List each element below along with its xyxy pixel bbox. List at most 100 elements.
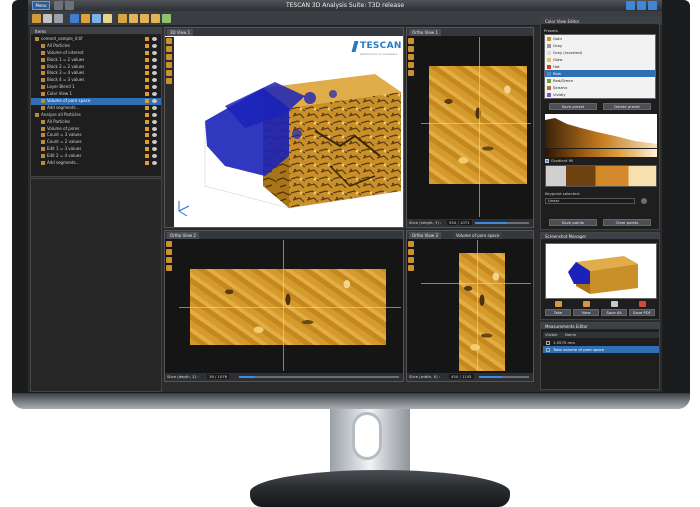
- tree-item[interactable]: Layer Blend 1: [31, 84, 161, 91]
- visibility-eye-icon[interactable]: [152, 85, 157, 90]
- minimize-icon[interactable]: [626, 1, 635, 10]
- save-points-button[interactable]: Save points: [549, 219, 597, 226]
- screenshot-action-icon[interactable]: [611, 301, 618, 307]
- tab-ortho-view-3[interactable]: Ortho View 3: [409, 232, 441, 239]
- screenshot-action-icon[interactable]: [583, 301, 590, 307]
- tree-item[interactable]: Volume of pore space: [31, 98, 161, 105]
- ortho-2-slice-count[interactable]: 36 / 1076: [207, 374, 230, 379]
- measure-icon[interactable]: [103, 14, 112, 23]
- view-xy-icon[interactable]: [129, 14, 138, 23]
- tool-measure-icon[interactable]: [408, 70, 414, 76]
- visibility-eye-icon[interactable]: [152, 64, 157, 69]
- visibility-eye-icon[interactable]: [152, 43, 157, 48]
- color-swatch-icon[interactable]: [145, 119, 149, 124]
- measurement-visible-checkbox[interactable]: [546, 348, 550, 352]
- view-3d[interactable]: 3D View 1 TESCAN performance in nanospac…: [164, 27, 404, 228]
- tool-zoom-icon[interactable]: [408, 54, 414, 60]
- tree-item[interactable]: Color View 1: [31, 91, 161, 98]
- tool-crosshair-icon[interactable]: [408, 38, 414, 44]
- tool-pan-icon[interactable]: [408, 46, 414, 52]
- tool-draw-icon[interactable]: [408, 62, 414, 68]
- preset-item[interactable]: Seismic: [545, 84, 655, 91]
- visibility-eye-icon[interactable]: [152, 140, 157, 145]
- tab-ortho-view-2[interactable]: Ortho View 2: [167, 232, 199, 239]
- visibility-eye-icon[interactable]: [152, 112, 157, 117]
- measurement-row[interactable]: Total volume of pore space: [543, 346, 659, 353]
- tree-item[interactable]: Edit 2 = 4 values: [31, 153, 161, 160]
- filter-icon[interactable]: [92, 14, 101, 23]
- tool-zoom-icon[interactable]: [166, 257, 172, 263]
- save-icon[interactable]: [43, 14, 52, 23]
- color-swatch-icon[interactable]: [145, 126, 149, 131]
- visibility-eye-icon[interactable]: [152, 78, 157, 83]
- color-swatch-icon[interactable]: [145, 133, 149, 138]
- color-swatch-icon[interactable]: [145, 105, 149, 110]
- visibility-eye-icon[interactable]: [152, 147, 157, 152]
- preset-item[interactable]: Gray: [545, 42, 655, 49]
- keypoint-add-icon[interactable]: [641, 198, 647, 204]
- segment-icon[interactable]: [81, 14, 90, 23]
- visibility-eye-icon[interactable]: [152, 154, 157, 159]
- tree-item[interactable]: Count = 3 values: [31, 132, 161, 139]
- preset-item[interactable]: Glow: [545, 56, 655, 63]
- home-view-icon[interactable]: [118, 14, 127, 23]
- visibility-eye-icon[interactable]: [152, 71, 157, 76]
- preset-item[interactable]: Gray (inverted): [545, 49, 655, 56]
- tool-crosshair-icon[interactable]: [408, 241, 414, 247]
- save-preset-button[interactable]: Save preset: [549, 103, 597, 110]
- tree-item[interactable]: All Particles: [31, 43, 161, 50]
- visibility-eye-icon[interactable]: [152, 50, 157, 55]
- color-histogram[interactable]: [545, 114, 657, 148]
- preset-item[interactable]: Vividly: [545, 91, 655, 98]
- colormap-curve[interactable]: [545, 165, 657, 187]
- delete-preset-button[interactable]: Delete preset: [603, 103, 651, 110]
- tool-zoom-icon[interactable]: [408, 257, 414, 263]
- preset-item[interactable]: Rain: [545, 70, 655, 77]
- tree-item[interactable]: Block 2 = 2 values: [31, 64, 161, 71]
- tool-pan-icon[interactable]: [166, 249, 172, 255]
- tree-item[interactable]: Add segments...: [31, 160, 161, 167]
- screenshot-action-icon[interactable]: [639, 301, 646, 307]
- color-swatch-icon[interactable]: [145, 99, 149, 104]
- color-swatch-icon[interactable]: [145, 112, 149, 117]
- view-xz-icon[interactable]: [140, 14, 149, 23]
- color-swatch-icon[interactable]: [145, 161, 149, 166]
- color-swatch-icon[interactable]: [145, 37, 149, 41]
- color-swatch-icon[interactable]: [145, 147, 149, 152]
- open-icon[interactable]: [32, 14, 41, 23]
- tree-item[interactable]: Volume of interest: [31, 50, 161, 57]
- ortho-3-slice-slider[interactable]: [479, 376, 529, 378]
- screenshot-action-button[interactable]: Save All: [601, 309, 627, 316]
- ortho-view-1[interactable]: Ortho View 1 Slice (height, Y) : 550 / 1…: [406, 27, 534, 228]
- view-yz-icon[interactable]: [151, 14, 160, 23]
- visibility-eye-icon[interactable]: [152, 37, 157, 41]
- clear-points-button[interactable]: Clear points: [603, 219, 651, 226]
- screenshot-thumbnail[interactable]: [545, 243, 657, 299]
- measurement-row[interactable]: 1.0570 mm: [543, 339, 659, 346]
- tree-item[interactable]: Block 3 = 4 values: [31, 70, 161, 77]
- preset-item[interactable]: Red/Green: [545, 77, 655, 84]
- screenshot-action-button[interactable]: Save PDF: [629, 309, 655, 316]
- tab-volume-pore-space[interactable]: Volume of pore space: [453, 232, 503, 239]
- ortho-2-slice-slider[interactable]: [239, 376, 399, 378]
- visibility-eye-icon[interactable]: [152, 119, 157, 124]
- visibility-eye-icon[interactable]: [152, 105, 157, 110]
- ortho-3-slice-count[interactable]: 450 / 1145: [449, 374, 474, 379]
- color-swatch-icon[interactable]: [145, 85, 149, 90]
- tree-item[interactable]: All Particles: [31, 119, 161, 126]
- gradient-fill-checkbox[interactable]: [545, 159, 549, 163]
- tab-3d-view[interactable]: 3D View 1: [167, 29, 194, 36]
- tree-item[interactable]: Analyse all Particles: [31, 112, 161, 119]
- tree-item[interactable]: Block 1 = 2 values: [31, 57, 161, 64]
- visibility-eye-icon[interactable]: [152, 57, 157, 62]
- tool-pan-icon[interactable]: [408, 249, 414, 255]
- screenshot-action-button[interactable]: Take: [545, 309, 571, 316]
- color-swatch-icon[interactable]: [145, 64, 149, 69]
- tree-item[interactable]: Add segments...: [31, 105, 161, 112]
- tool-draw-icon[interactable]: [408, 265, 414, 271]
- visibility-eye-icon[interactable]: [152, 126, 157, 131]
- color-swatch-icon[interactable]: [145, 57, 149, 62]
- color-swatch-icon[interactable]: [145, 154, 149, 159]
- visibility-eye-icon[interactable]: [152, 133, 157, 138]
- color-swatch-icon[interactable]: [145, 92, 149, 97]
